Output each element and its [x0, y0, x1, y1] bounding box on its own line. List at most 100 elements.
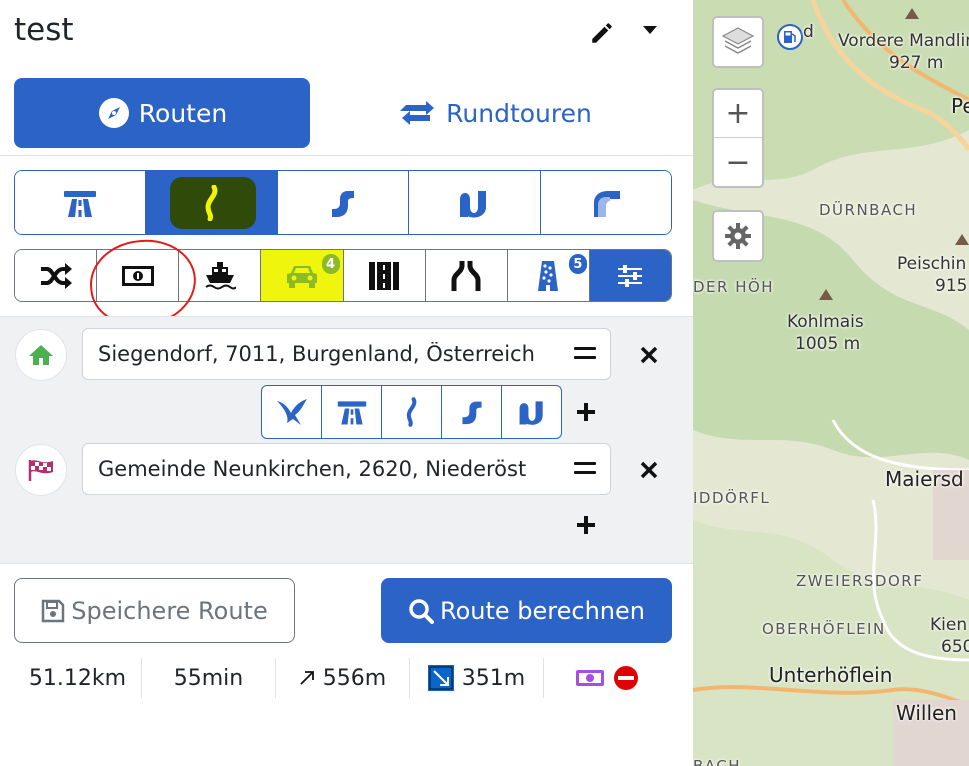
drag-handle-icon[interactable] — [574, 462, 596, 480]
route-title: test — [14, 12, 74, 48]
map-label-unterhoeflein: Unterhöflein — [769, 663, 893, 687]
calculate-route-label: Route berechnen — [440, 596, 645, 625]
map-label-duernbach: DÜRNBACH — [819, 201, 918, 219]
curvy-road-icon — [205, 184, 217, 221]
via-type-curvy[interactable] — [382, 386, 442, 438]
pencil-icon[interactable] — [589, 20, 615, 46]
zoom-control: + − — [712, 88, 764, 188]
route-stats: 51.12km 55min 556m 351m — [14, 656, 678, 700]
curve-icon — [461, 401, 482, 425]
gear-icon — [725, 223, 751, 249]
toll-money-icon — [576, 670, 604, 686]
add-waypoint-icon[interactable] — [575, 401, 597, 423]
shuffle-icon — [40, 262, 72, 289]
end-input-value: Gemeinde Neunkirchen, 2620, Niederöst — [98, 457, 527, 481]
map-label-maiersdorf: Maiersd — [885, 467, 964, 491]
option-shuffle[interactable] — [15, 250, 98, 301]
save-route-button[interactable]: Speichere Route — [14, 578, 295, 643]
route-type-light-curve[interactable] — [540, 171, 671, 234]
double-curve-icon — [460, 190, 487, 217]
motorway-icon — [64, 190, 97, 217]
map-label-oberhoeflein: OBERHÖFLEIN — [762, 620, 886, 638]
gravel-count-badge: 5 — [568, 254, 587, 274]
via-type-swallow[interactable] — [262, 386, 322, 438]
option-car[interactable]: 4 — [261, 250, 344, 301]
curve-icon — [332, 190, 355, 217]
arrow-down-right-icon — [427, 665, 454, 691]
option-narrow-road[interactable] — [425, 250, 508, 301]
toll-money-icon — [121, 265, 154, 286]
tab-routen-label: Routen — [138, 98, 228, 128]
gravel-road-icon — [538, 260, 559, 291]
zoom-in-button[interactable]: + — [714, 90, 762, 139]
option-tunnel[interactable] — [343, 250, 426, 301]
via-type-selector — [261, 385, 562, 439]
descent-value: 351m — [461, 665, 526, 691]
layers-icon — [721, 27, 755, 54]
ascent-value: 556m — [322, 665, 387, 691]
light-curve-icon — [593, 190, 620, 217]
stat-descent: 351m — [410, 658, 544, 698]
end-input[interactable]: Gemeinde Neunkirchen, 2620, Niederöst — [82, 443, 611, 495]
remove-start-icon[interactable] — [640, 346, 658, 364]
end-marker — [15, 444, 67, 496]
arrow-up-right-icon — [300, 671, 314, 685]
save-route-label: Speichere Route — [71, 596, 268, 625]
route-type-curvy[interactable] — [146, 171, 278, 234]
drag-handle-icon[interactable] — [574, 347, 596, 365]
map-label-peisching-ele: 915 — [935, 276, 968, 296]
home-icon — [29, 345, 53, 365]
peak-marker — [819, 289, 833, 300]
map-label-vordere: Vordere Mandlin — [838, 31, 969, 51]
peak-marker — [955, 234, 969, 245]
map-label-kohlmais-ele: 1005 m — [795, 334, 861, 354]
map-view[interactable]: d + − Vordere Mandlin 927 m Pe DÜRNBACH … — [693, 0, 969, 766]
map-label-pe: Pe — [951, 94, 969, 118]
ferry-icon — [205, 261, 236, 289]
narrow-road-icon — [451, 260, 481, 291]
route-type-curve[interactable] — [277, 171, 410, 234]
option-ferry[interactable] — [179, 250, 262, 301]
tab-rundtouren[interactable]: Rundtouren — [330, 78, 660, 148]
option-settings[interactable] — [589, 250, 671, 301]
stat-toll — [544, 658, 678, 698]
swallow-icon — [276, 399, 307, 425]
tab-rundtouren-label: Rundtouren — [446, 98, 592, 128]
calculate-route-button[interactable]: Route berechnen — [381, 578, 672, 643]
via-type-curve[interactable] — [442, 386, 502, 438]
zoom-out-button[interactable]: − — [714, 138, 762, 186]
stat-ascent: 556m — [276, 658, 410, 698]
route-type-selector — [14, 170, 672, 235]
option-toll[interactable] — [97, 250, 180, 301]
motorway-icon — [337, 401, 366, 425]
via-type-double-curve[interactable] — [502, 386, 561, 438]
distance-value: 51.12km — [28, 665, 127, 691]
route-type-double-curve[interactable] — [409, 171, 541, 234]
map-label-kien: Kien — [930, 615, 968, 635]
stat-duration: 55min — [142, 658, 276, 698]
compass-icon — [97, 96, 131, 130]
map-settings-button[interactable] — [712, 210, 764, 262]
add-destination-icon[interactable] — [575, 514, 597, 536]
map-label-peisching: Peischin — [897, 254, 967, 274]
floppy-disk-icon — [42, 599, 65, 622]
route-planner-panel: test Routen Rundtouren 4 5 Siegendorf, 7… — [0, 0, 693, 766]
tab-routen[interactable]: Routen — [14, 78, 310, 148]
start-input[interactable]: Siegendorf, 7011, Burgenland, Österreich — [82, 328, 611, 380]
start-marker — [15, 329, 67, 381]
via-type-motorway[interactable] — [322, 386, 382, 438]
fuel-station-marker[interactable] — [777, 24, 803, 50]
stat-distance: 51.12km — [14, 658, 142, 698]
fuel-pump-icon — [784, 31, 796, 43]
no-entry-icon — [614, 666, 638, 690]
curvy-road-icon — [406, 397, 416, 427]
map-label-der-hoeh: DER HÖH — [693, 278, 775, 296]
caret-down-icon[interactable] — [643, 26, 657, 34]
layers-button[interactable] — [712, 16, 764, 68]
double-curve-icon — [519, 401, 543, 425]
remove-end-icon[interactable] — [640, 461, 658, 479]
route-type-motorway[interactable] — [15, 171, 147, 234]
retweet-icon — [398, 99, 438, 127]
option-gravel[interactable]: 5 — [507, 250, 590, 301]
route-options: 4 5 — [14, 249, 672, 302]
